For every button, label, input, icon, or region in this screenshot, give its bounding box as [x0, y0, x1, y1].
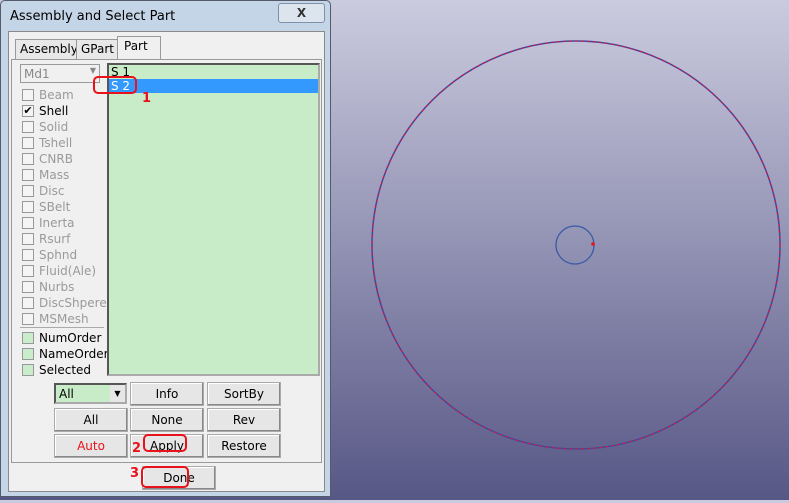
annotation-number-3: 3	[130, 466, 140, 481]
checkbox-box	[22, 169, 34, 181]
part-list-item[interactable]: S 2	[109, 79, 318, 93]
annotation-box-3	[141, 466, 189, 488]
checkbox-box	[22, 313, 34, 325]
tab-assembly[interactable]: Assembly	[15, 39, 83, 59]
checkbox-box	[22, 297, 34, 309]
annotation-box-2	[143, 434, 187, 452]
checkbox-box	[22, 153, 34, 165]
selected-checkbox[interactable]: Selected	[22, 362, 91, 378]
checkbox-box	[22, 137, 34, 149]
annotation-number-2: 2	[132, 441, 142, 456]
all-button[interactable]: All	[54, 408, 128, 432]
checkbox-box	[22, 217, 34, 229]
type-checkbox-tshell[interactable]: Tshell	[22, 135, 72, 151]
none-button[interactable]: None	[130, 408, 204, 432]
type-checkbox-fluidale[interactable]: Fluid(Ale)	[22, 263, 96, 279]
assembly-select-part-dialog: Assembly and Select Part X Assembly GPar…	[0, 0, 331, 497]
chevron-down-icon: ▼	[89, 66, 96, 75]
type-checkbox-mass[interactable]: Mass	[22, 167, 69, 183]
checkbox-box	[22, 249, 34, 261]
part-list[interactable]: S 1S 2	[107, 63, 320, 376]
part-list-item[interactable]: S 1	[109, 65, 318, 79]
checkmark-icon: ✔	[22, 104, 34, 117]
type-checkbox-sphnd[interactable]: Sphnd	[22, 247, 77, 263]
info-button[interactable]: Info	[130, 382, 204, 406]
type-checkbox-sbelt[interactable]: SBelt	[22, 199, 70, 215]
filter-combo[interactable]: All ▼	[54, 383, 127, 404]
model-canvas	[371, 40, 781, 450]
restore-button[interactable]: Restore	[207, 434, 281, 458]
type-checkbox-solid[interactable]: Solid	[22, 119, 68, 135]
type-checkbox-cnrb[interactable]: CNRB	[22, 151, 73, 167]
tab-gpart[interactable]: GPart	[76, 39, 119, 59]
sortby-button[interactable]: SortBy	[207, 382, 281, 406]
checkbox-box	[22, 121, 34, 133]
type-checkbox-rsurf[interactable]: Rsurf	[22, 231, 70, 247]
rev-button[interactable]: Rev	[207, 408, 281, 432]
nameorder-checkbox[interactable]: NameOrder	[22, 346, 109, 362]
type-checkbox-msmesh[interactable]: MSMesh	[22, 311, 89, 327]
annotation-box-1	[93, 76, 137, 94]
checkbox-box	[22, 281, 34, 293]
inner-circle-part	[555, 225, 595, 265]
checkbox-box	[22, 233, 34, 245]
tab-part[interactable]: Part	[117, 36, 161, 60]
dialog-title: Assembly and Select Part	[10, 9, 176, 24]
divider	[20, 327, 104, 328]
checkbox-box	[22, 265, 34, 277]
annotation-number-1: 1	[142, 91, 152, 106]
checkbox-box	[22, 201, 34, 213]
auto-button[interactable]: Auto	[54, 434, 128, 458]
type-checkbox-disc[interactable]: Disc	[22, 183, 64, 199]
outer-circle-part	[371, 40, 781, 450]
model-viewport[interactable]	[330, 0, 789, 500]
close-button[interactable]: X	[278, 3, 325, 23]
type-checkbox-nurbs[interactable]: Nurbs	[22, 279, 74, 295]
chevron-down-icon: ▼	[110, 385, 125, 402]
type-checkbox-discshpere[interactable]: DiscShpere	[22, 295, 107, 311]
type-checkbox-beam[interactable]: Beam	[22, 87, 74, 103]
model-combo[interactable]: Md1 ▼	[20, 64, 100, 83]
numorder-checkbox[interactable]: NumOrder	[22, 330, 101, 346]
part-panel: Md1 ▼ Beam ✔ Shell Solid Tshell CNRB Mass Disc SB…	[11, 59, 322, 463]
type-checkbox-inerta[interactable]: Inerta	[22, 215, 75, 231]
checkbox-box	[22, 89, 34, 101]
type-checkbox-shell[interactable]: ✔ Shell	[22, 103, 68, 119]
node-marker	[591, 242, 595, 246]
checkbox-box	[22, 185, 34, 197]
